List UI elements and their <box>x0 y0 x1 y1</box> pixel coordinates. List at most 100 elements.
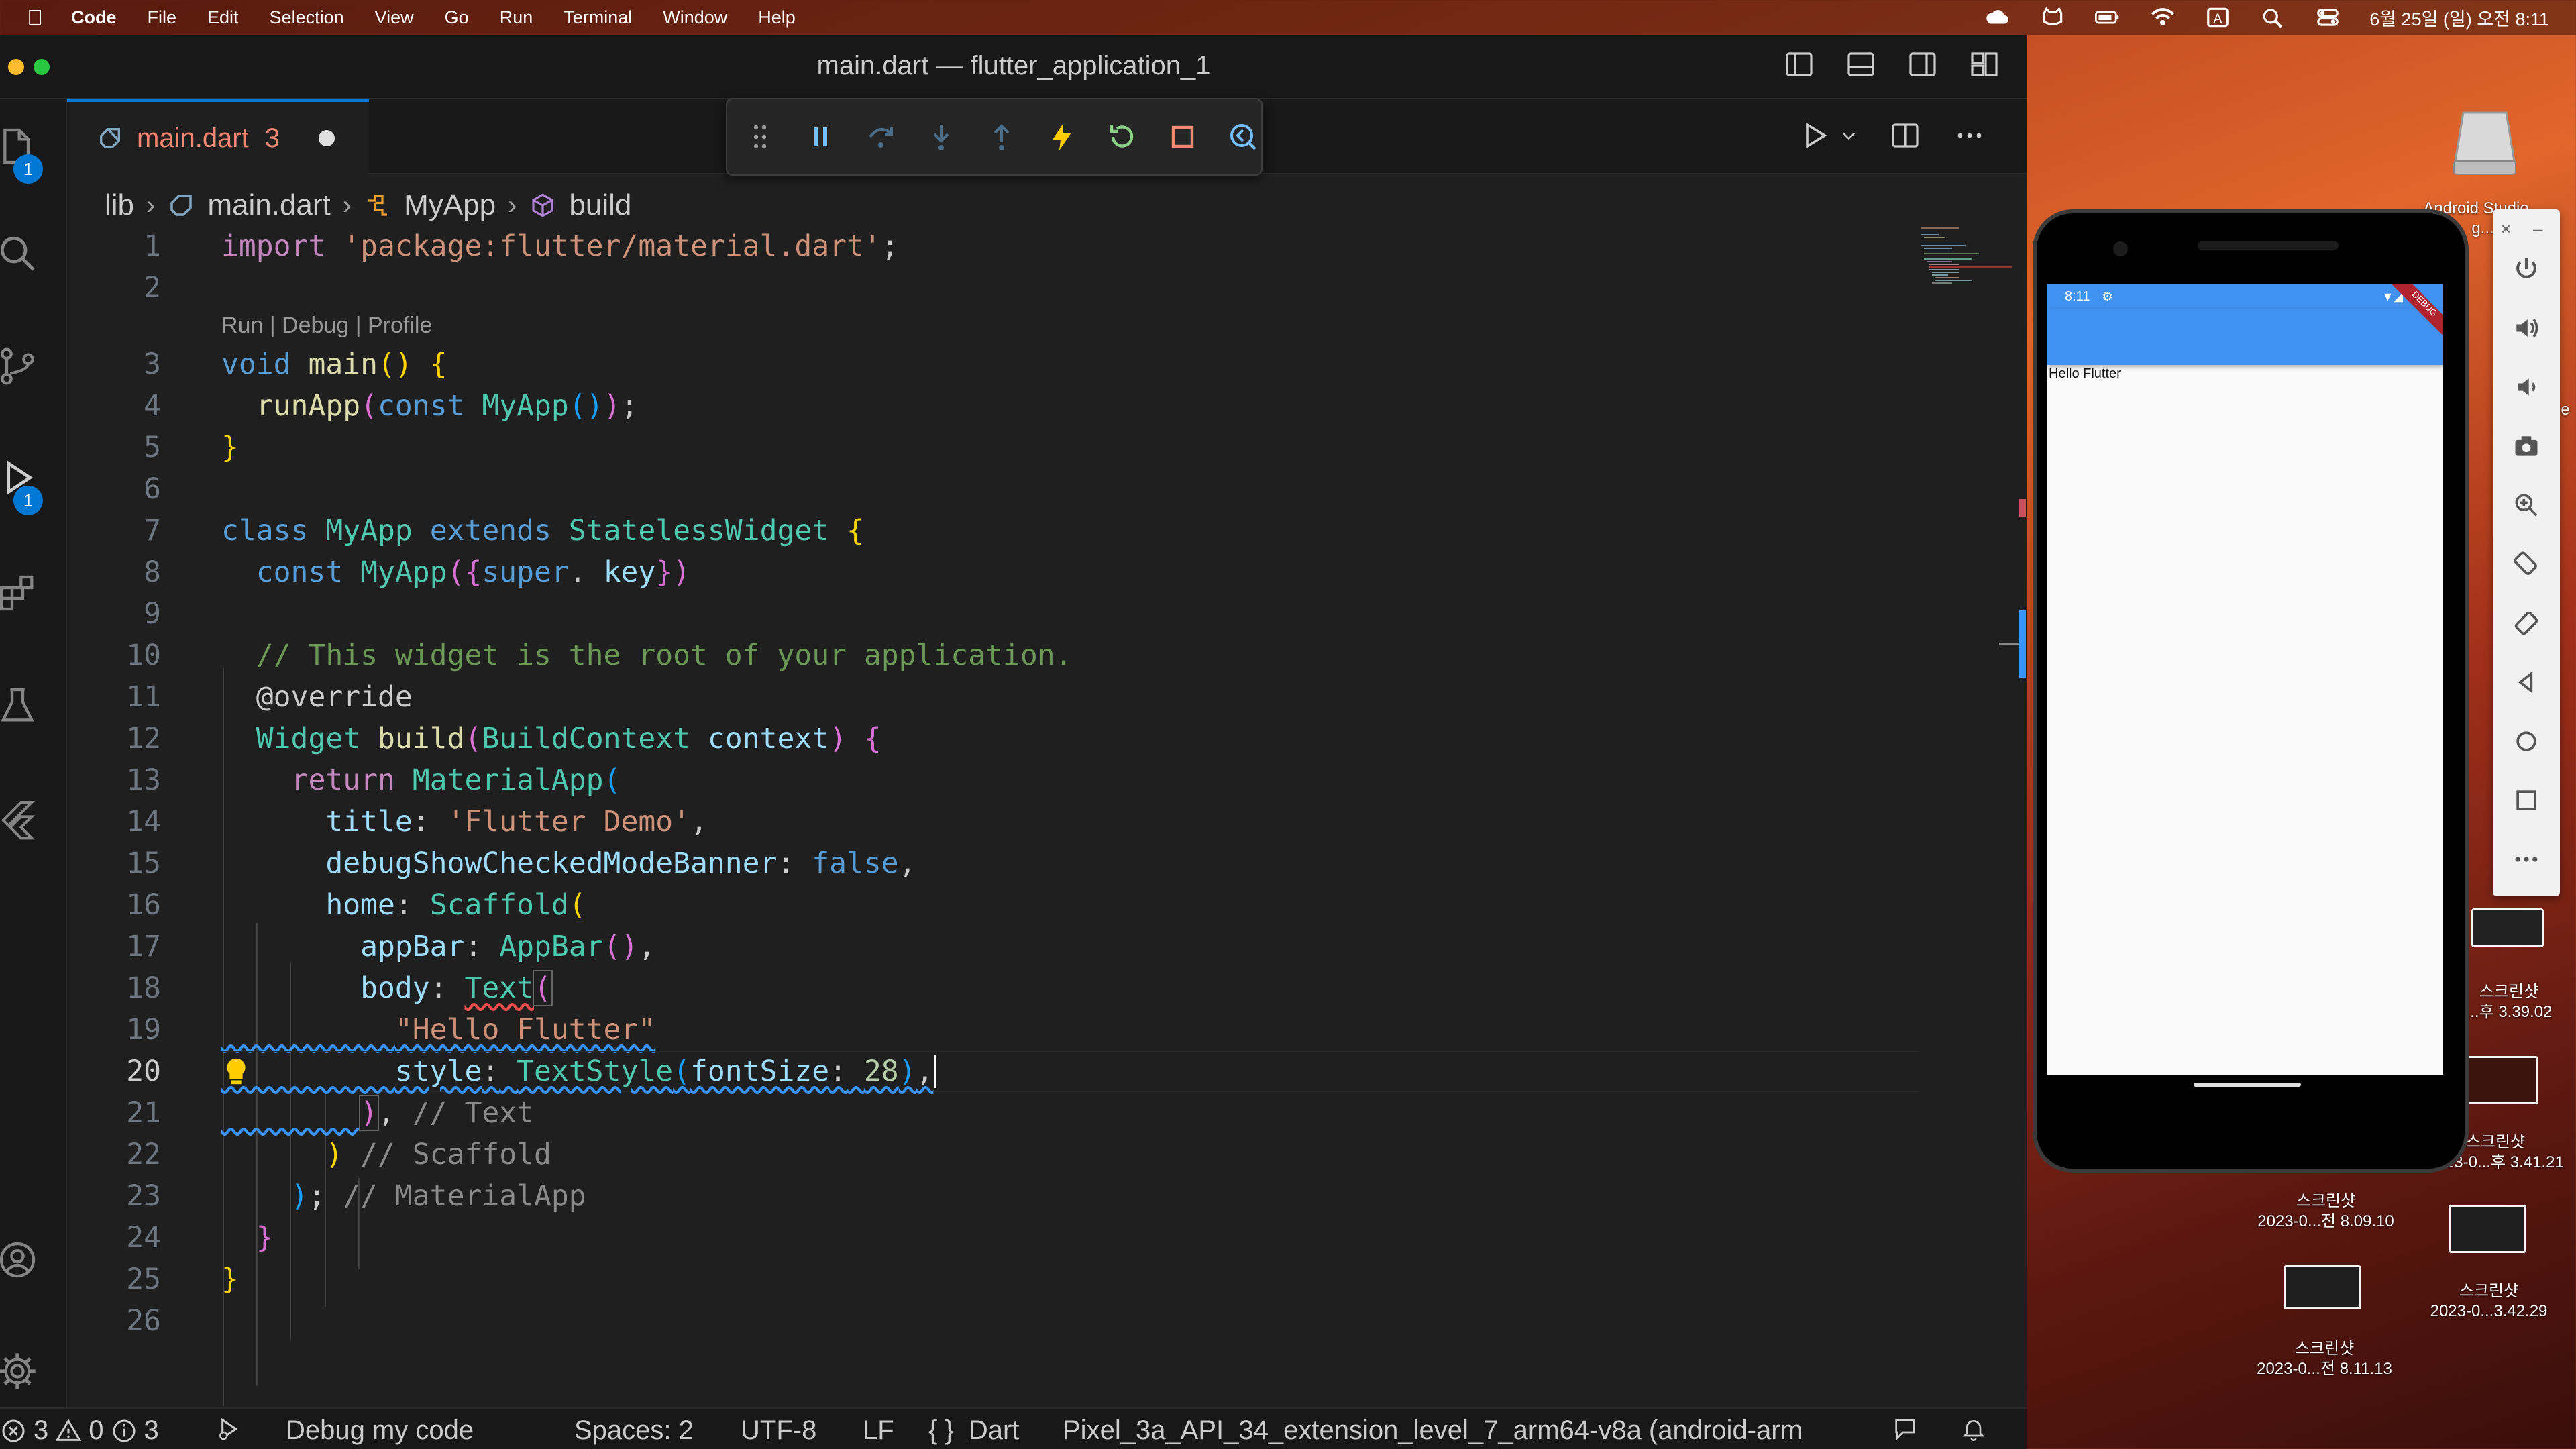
unsaved-dot-icon[interactable] <box>319 130 335 146</box>
stop-icon[interactable] <box>1166 120 1199 154</box>
debug-status-icon[interactable] <box>215 1415 241 1442</box>
emulator-screen[interactable]: 8:11 ⚙ ▼◢ DEBUG Hello Flutter <box>2047 284 2443 1075</box>
code-line: 24 } <box>67 1217 1919 1258</box>
codelens-run-debug-profile[interactable]: Run | Debug | Profile <box>221 313 432 339</box>
breadcrumb-class[interactable]: MyApp <box>404 189 496 222</box>
menu-go[interactable]: Go <box>445 7 469 28</box>
source-control-icon[interactable] <box>0 333 67 400</box>
menu-run[interactable]: Run <box>500 7 533 28</box>
customize-layout-icon[interactable] <box>1968 48 2000 80</box>
toggle-panel-icon[interactable] <box>1845 48 1877 80</box>
breadcrumb-method[interactable]: build <box>569 189 631 222</box>
flutter-inspector-icon[interactable] <box>1226 120 1260 154</box>
menu-help[interactable]: Help <box>758 7 796 28</box>
menu-window[interactable]: Window <box>663 7 727 28</box>
run-dart-icon[interactable] <box>1798 118 1833 153</box>
battery-icon[interactable] <box>2094 6 2121 29</box>
cat-app-icon[interactable] <box>2039 6 2066 29</box>
rotate-right-icon[interactable] <box>2493 600 2560 647</box>
problems-status[interactable]: 3 0 3 <box>0 1415 159 1446</box>
eol-status[interactable]: LF <box>863 1415 894 1446</box>
breadcrumb-chevron-icon: › <box>146 190 156 220</box>
volume-down-icon[interactable] <box>2493 364 2560 411</box>
menu-view[interactable]: View <box>375 7 414 28</box>
search-icon[interactable] <box>0 220 67 287</box>
screenshot-thumbnail-5[interactable] <box>2284 1265 2361 1309</box>
breadcrumb-folder[interactable]: lib <box>105 189 134 222</box>
code-editor[interactable]: 1 import 'package:flutter/material.dart'… <box>67 225 2027 1406</box>
code-text: debugShowCheckedModeBanner: false, <box>221 847 916 880</box>
home-icon[interactable] <box>2493 718 2560 765</box>
menu-terminal[interactable]: Terminal <box>564 7 632 28</box>
breadcrumb-file[interactable]: main.dart <box>207 189 330 222</box>
keyword: import <box>221 229 326 263</box>
testing-icon[interactable] <box>0 672 67 739</box>
hot-reload-icon[interactable] <box>1045 120 1079 154</box>
device-status[interactable]: Pixel_3a_API_34_extension_level_7_arm64-… <box>1063 1415 1868 1446</box>
step-out-icon[interactable] <box>985 120 1018 154</box>
manage-gear-icon[interactable] <box>0 1338 67 1405</box>
language-status[interactable]: { } Dart <box>928 1415 1019 1446</box>
disk-drive-icon[interactable] <box>2447 107 2522 181</box>
line-number: 20 <box>126 1055 161 1088</box>
breadcrumb-chevron-icon: › <box>508 190 517 220</box>
more-actions-icon[interactable] <box>1952 118 1987 153</box>
camera-icon[interactable] <box>2493 423 2560 470</box>
desktop-file-4[interactable]: 스크린샷 2023-0...3.42.29 <box>2415 1281 2563 1322</box>
rotate-left-icon[interactable] <box>2493 541 2560 588</box>
menu-edit[interactable]: Edit <box>207 7 239 28</box>
indentation-status[interactable]: Spaces: 2 <box>574 1415 694 1446</box>
feedback-icon[interactable] <box>1892 1415 1919 1442</box>
emulator-minimize-icon[interactable]: – <box>2533 219 2542 239</box>
control-center-icon[interactable] <box>2314 6 2341 29</box>
volume-up-icon[interactable] <box>2493 305 2560 352</box>
pause-icon[interactable] <box>804 120 837 154</box>
menu-app-name[interactable]: Code <box>71 7 117 28</box>
zoom-icon[interactable] <box>2493 482 2560 529</box>
desktop-file-3[interactable]: 스크린샷 2023-0...전 8.09.10 <box>2235 1191 2416 1232</box>
menu-selection[interactable]: Selection <box>270 7 344 28</box>
toggle-primary-sidebar-icon[interactable] <box>1783 48 1815 80</box>
explorer-icon[interactable]: 1 <box>0 113 67 184</box>
tab-main-dart[interactable]: main.dart 3 <box>67 99 369 174</box>
code-line: 23 ); // MaterialApp <box>67 1175 1919 1217</box>
menu-file[interactable]: File <box>148 7 177 28</box>
run-and-debug-icon[interactable]: 1 <box>0 444 67 515</box>
overview-icon[interactable] <box>2493 777 2560 824</box>
more-options-icon[interactable] <box>2493 836 2560 883</box>
restart-icon[interactable] <box>1106 120 1139 154</box>
notifications-bell-icon[interactable] <box>1960 1415 1987 1442</box>
home-indicator[interactable] <box>2194 1083 2301 1087</box>
run-dropdown-chevron-icon[interactable] <box>1839 118 1858 153</box>
screenshot-thumbnail-4[interactable] <box>2449 1205 2526 1253</box>
minimap[interactable] <box>1919 225 2027 326</box>
back-icon[interactable] <box>2493 659 2560 706</box>
accounts-icon[interactable] <box>0 1226 67 1293</box>
keyword: class <box>221 514 309 547</box>
step-over-icon[interactable] <box>864 120 898 154</box>
menubar-clock[interactable]: 6월 25일 (일) 오전 8:11 <box>2369 5 2549 31</box>
power-icon[interactable] <box>2493 246 2560 292</box>
screenshot-thumbnail-1[interactable] <box>2471 908 2544 947</box>
debug-my-code-status[interactable]: Debug my code <box>286 1415 474 1446</box>
line-number: 5 <box>144 431 161 464</box>
flutter-icon[interactable] <box>0 785 67 852</box>
input-source-icon[interactable]: A <box>2204 6 2231 29</box>
toggle-secondary-sidebar-icon[interactable] <box>1907 48 1939 80</box>
spotlight-icon[interactable] <box>2259 6 2286 29</box>
desktop-file-5[interactable]: 스크린샷 2023-0...전 8.11.13 <box>2234 1339 2415 1379</box>
emulator-close-icon[interactable]: × <box>2501 219 2511 239</box>
line-number: 1 <box>144 229 161 263</box>
code-line: 4 runApp(const MyApp()); <box>67 385 1919 427</box>
wifi-icon[interactable] <box>2149 6 2176 29</box>
encoding-status[interactable]: UTF-8 <box>741 1415 816 1446</box>
closing-label: // MaterialApp <box>343 1179 586 1213</box>
cloud-app-icon[interactable] <box>1984 6 2011 29</box>
apple-menu-icon[interactable]:  <box>27 5 50 30</box>
extensions-icon[interactable] <box>0 559 67 627</box>
error-icon <box>2 1419 25 1442</box>
drag-handle-icon[interactable] <box>743 120 777 154</box>
split-editor-icon[interactable] <box>1888 118 1923 153</box>
line-number: 2 <box>144 271 161 305</box>
step-into-icon[interactable] <box>924 120 958 154</box>
